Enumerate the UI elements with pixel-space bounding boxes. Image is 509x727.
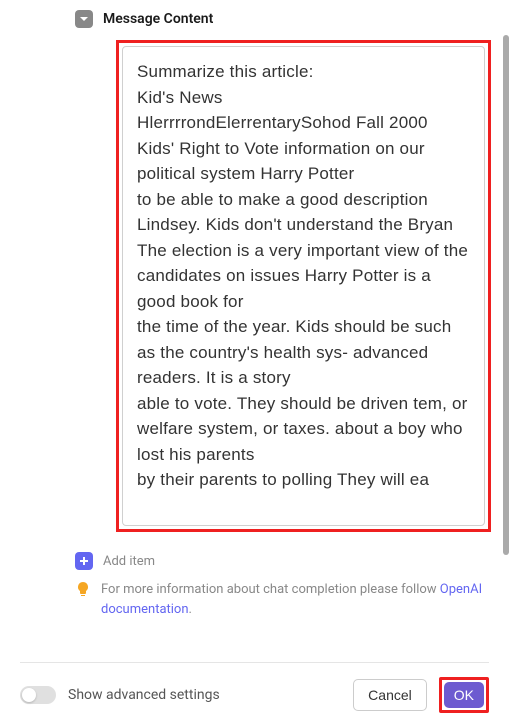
advanced-settings-label: Show advanced settings <box>68 687 341 703</box>
cancel-button[interactable]: Cancel <box>353 679 427 711</box>
panel-scrollbar[interactable] <box>503 35 509 555</box>
add-item-row: Add item <box>75 552 489 570</box>
add-item-label[interactable]: Add item <box>103 554 155 569</box>
ok-button[interactable]: OK <box>444 682 484 708</box>
plus-icon[interactable] <box>75 552 93 570</box>
advanced-settings-toggle[interactable] <box>20 686 56 704</box>
help-row: For more information about chat completi… <box>75 580 489 619</box>
section-header: Message Content <box>75 10 489 28</box>
help-text-before: For more information about chat completi… <box>101 582 440 597</box>
section-title: Message Content <box>103 11 213 27</box>
bulb-icon <box>75 581 91 597</box>
dialog-footer: Show advanced settings Cancel OK <box>20 662 489 727</box>
highlighted-content-wrapper: Summarize this article: Kid's News Hlerr… <box>116 40 491 532</box>
help-text-after: . <box>189 602 192 617</box>
message-content-textarea[interactable]: Summarize this article: Kid's News Hlerr… <box>122 46 485 526</box>
highlighted-ok-wrapper: OK <box>439 677 489 713</box>
help-text: For more information about chat completi… <box>101 580 489 619</box>
dialog-panel: Message Content Summarize this article: … <box>0 0 509 727</box>
collapse-icon[interactable] <box>75 10 93 28</box>
